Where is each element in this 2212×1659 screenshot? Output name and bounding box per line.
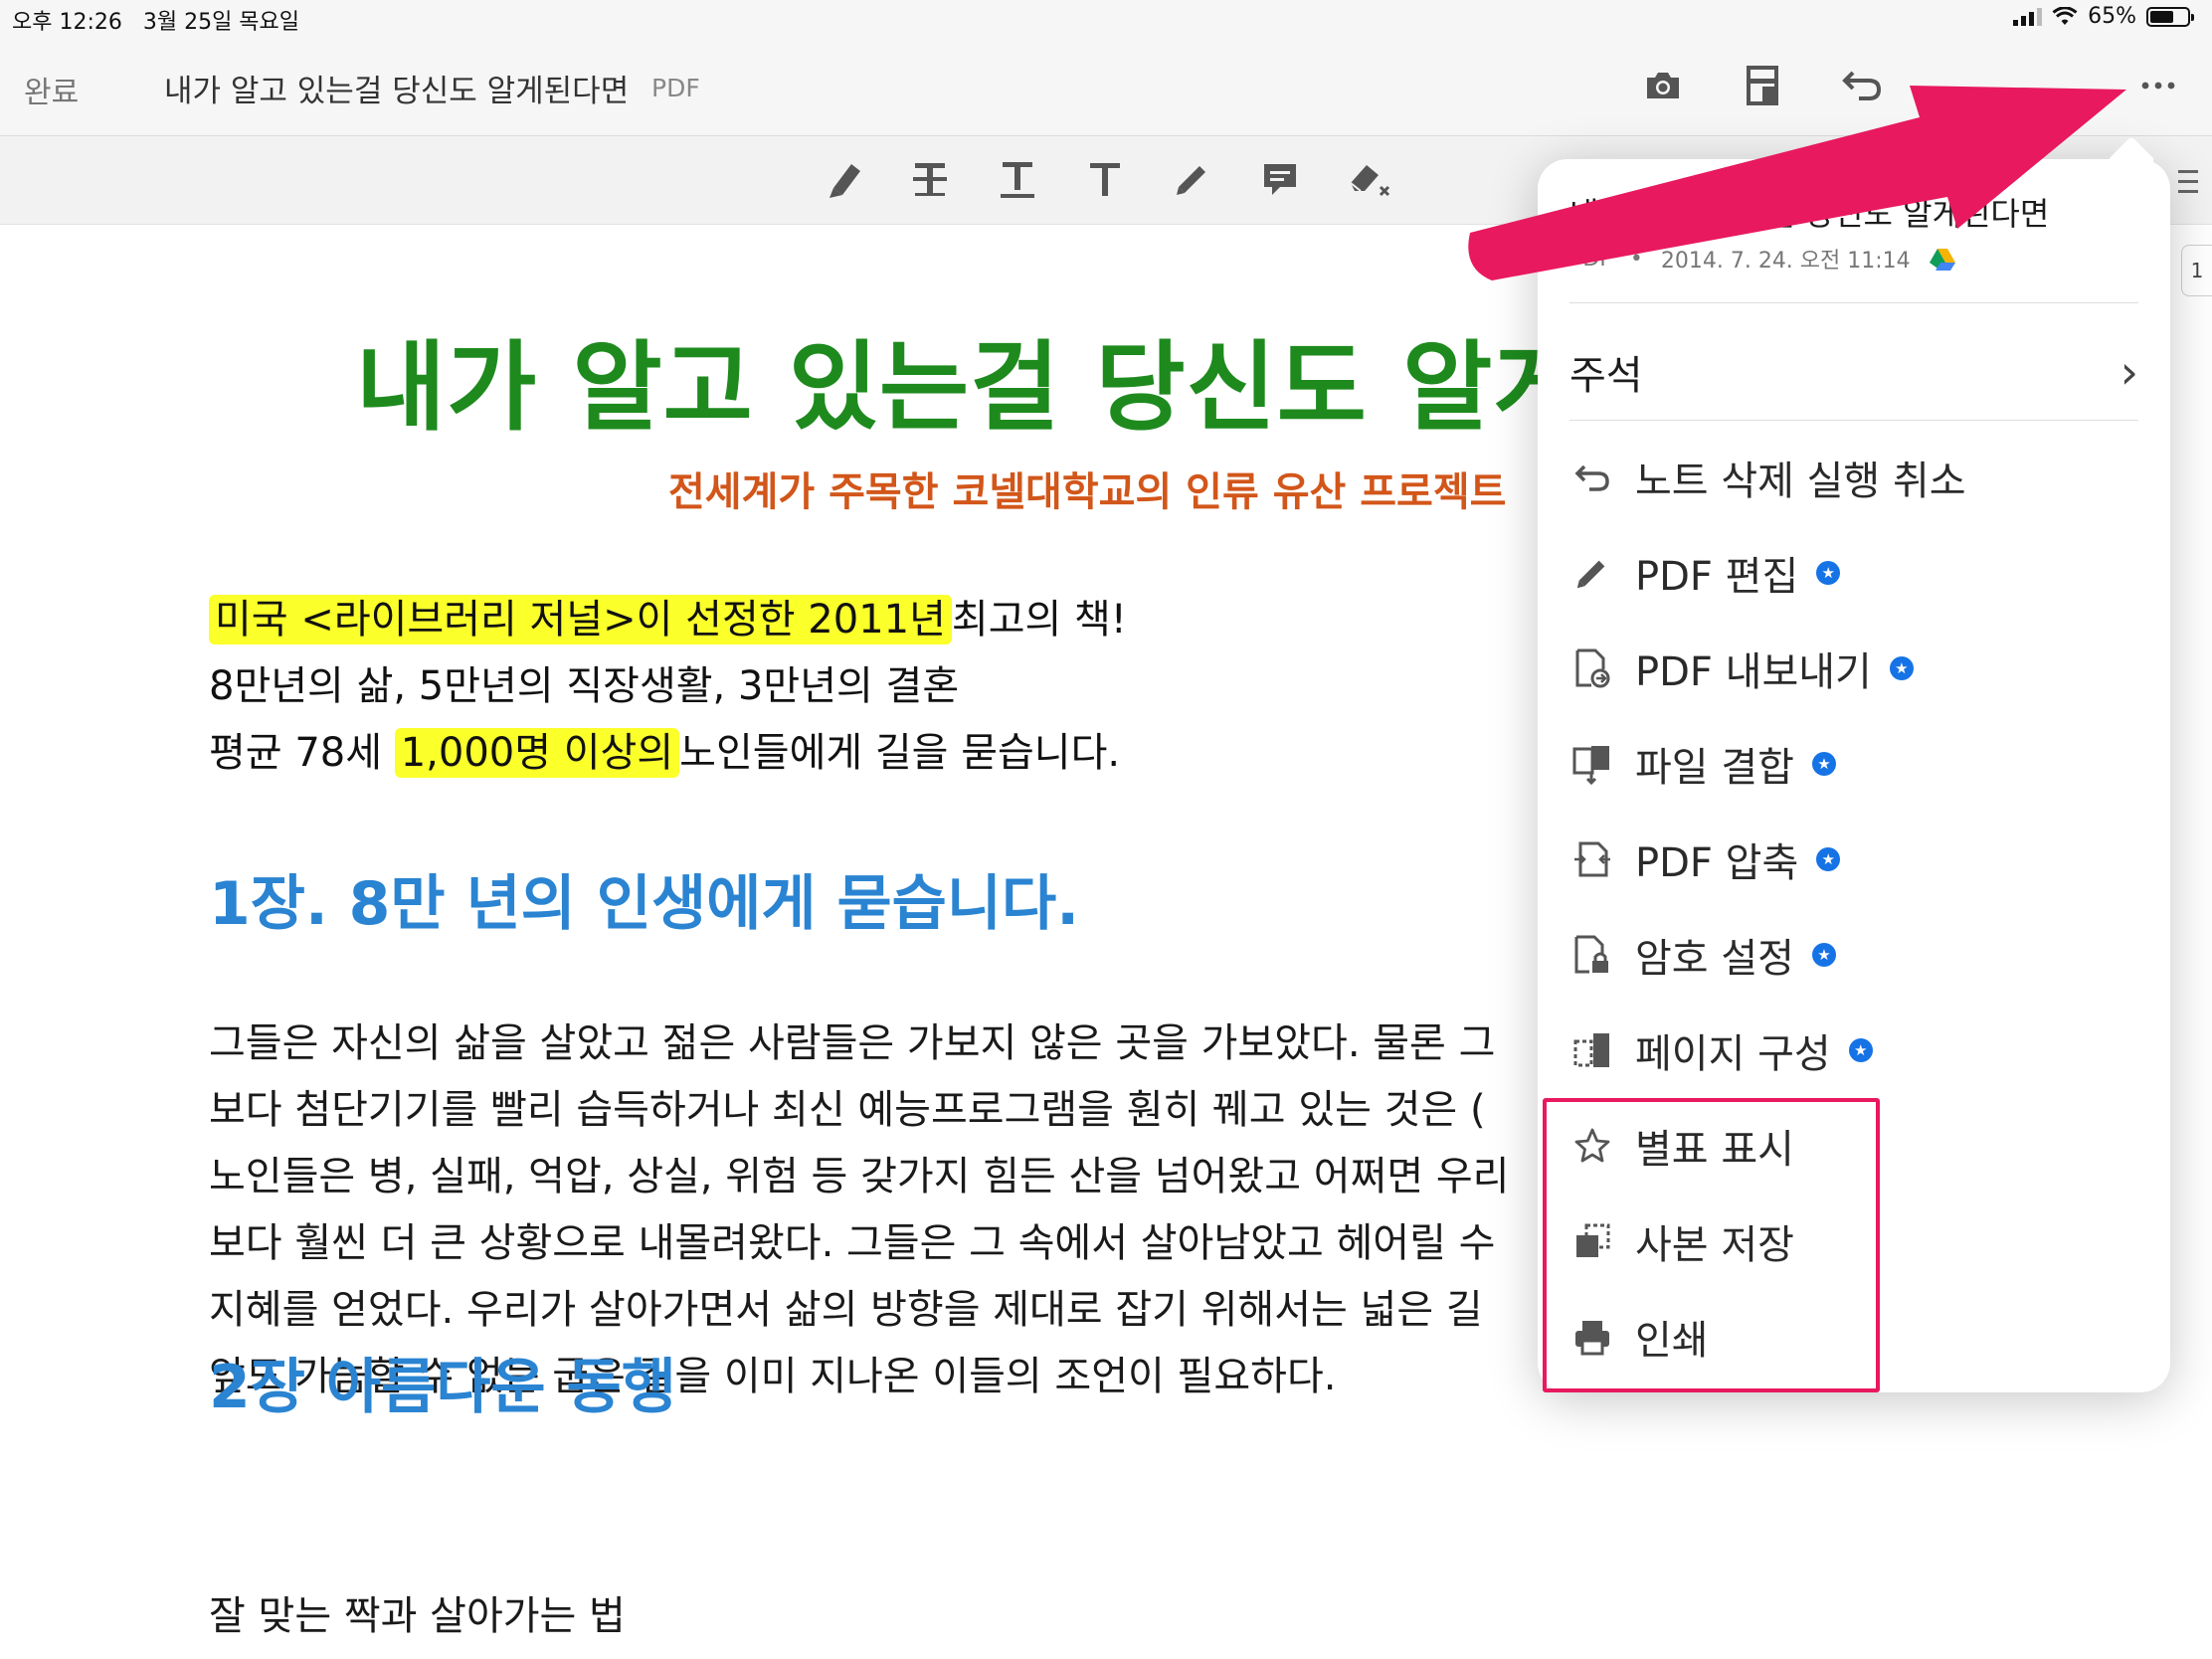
premium-badge-icon: ★: [1811, 752, 1836, 776]
document-heading: 내가 알고 있는걸 당신도 알게: [356, 331, 1584, 445]
lock-pdf-icon: [1574, 935, 1608, 974]
google-drive-icon: [1929, 249, 1955, 271]
underline-icon: [1001, 162, 1034, 198]
combine-files-icon: [1572, 746, 1609, 785]
strikethrough-icon: [913, 163, 947, 196]
organize-pages-icon: [1573, 1033, 1609, 1067]
undo-icon: [1842, 71, 1882, 100]
more-icon: [2141, 82, 2175, 90]
compress-pdf-icon: [1574, 841, 1610, 877]
premium-badge-icon: ★: [1811, 943, 1836, 967]
status-bar: 오후 12:26 3월 25일 목요일 65%: [0, 0, 2212, 40]
underline-tool[interactable]: [993, 154, 1042, 204]
done-button[interactable]: 완료: [24, 68, 79, 111]
combine-files-item[interactable]: 파일 결합 ★: [1569, 724, 2138, 804]
popover-document-title: 내가 알고 있는걸 당신도 알게된다면: [1569, 195, 2050, 233]
chapter-heading: 1장. 8만 년의 인생에게 묻습니다.: [209, 869, 1080, 939]
document-type: PDF: [651, 74, 700, 102]
text-tool[interactable]: [1080, 154, 1130, 204]
organize-pages-item[interactable]: 페이지 구성 ★: [1569, 1011, 2138, 1090]
battery-level-fill: [2150, 10, 2174, 23]
status-time-date: 오후 12:26 3월 25일 목요일: [12, 10, 300, 35]
document-subheading: 전세계가 주목한 코넬대학교의 인류 유산 프로젝트: [668, 469, 1507, 515]
highlight-annotation[interactable]: 미국 <라이브러리 저널>이 선정한 2011년: [209, 595, 952, 645]
thumbnails-icon[interactable]: [2176, 167, 2200, 197]
highlight-box-annotation: [1543, 1098, 1880, 1392]
undo-icon: [1574, 464, 1609, 491]
premium-badge-icon: ★: [1816, 847, 1841, 871]
wifi-icon: [2052, 6, 2078, 25]
export-pdf-icon: [1575, 648, 1610, 688]
camera-button[interactable]: [1639, 62, 1687, 109]
scan-button[interactable]: [1739, 62, 1786, 109]
popover-document-meta: PDF • 2014. 7. 24. 오전 11:14: [1569, 243, 1956, 275]
body-text: 잘 맞는 짝과 살아가는 법: [209, 1593, 626, 1639]
export-pdf-item[interactable]: PDF 내보내기 ★: [1569, 629, 2138, 708]
undo-delete-note-item[interactable]: 노트 삭제 실행 취소: [1569, 438, 2138, 517]
premium-badge-icon: ★: [1889, 656, 1914, 680]
pencil-icon: [1576, 560, 1605, 589]
eraser-icon: [1350, 165, 1390, 197]
cellular-signal-icon: [2013, 7, 2043, 26]
notes-menu-row[interactable]: 주석 ›: [1569, 314, 2138, 430]
chapter-heading: 2장 아름다운 동행: [209, 1353, 676, 1422]
navigation-bar: 완료 내가 알고 있는걸 당신도 알게된다면 PDF: [0, 40, 2212, 136]
more-options-button[interactable]: [2134, 62, 2182, 109]
strikethrough-tool[interactable]: [905, 154, 955, 204]
battery-percent: 65%: [2088, 4, 2136, 29]
comment-icon: [1264, 164, 1296, 195]
highlight-tool[interactable]: [821, 154, 870, 204]
premium-badge-icon: ★: [1848, 1038, 1873, 1062]
premium-badge-icon: ★: [1816, 561, 1841, 585]
camera-icon: [1647, 73, 1679, 98]
scan-icon: [1747, 66, 1778, 105]
battery-icon: [2146, 6, 2194, 27]
pencil-tool[interactable]: [1168, 154, 1217, 204]
pencil-icon: [1177, 166, 1205, 195]
highlight-annotation[interactable]: 1,000명 이상의: [394, 728, 680, 778]
chevron-right-icon: ›: [2120, 345, 2138, 399]
highlight-icon: [830, 164, 860, 198]
intro-text: 미국 <라이브러리 저널>이 선정한 2011년 최고의 책! 8만년의 삶, 5…: [209, 595, 1127, 778]
comment-tool[interactable]: [1255, 154, 1305, 204]
undo-button[interactable]: [1838, 62, 1886, 109]
set-password-item[interactable]: 암호 설정 ★: [1569, 915, 2138, 995]
page-number-badge[interactable]: 1: [2181, 245, 2212, 296]
edit-pdf-item[interactable]: PDF 편집 ★: [1569, 533, 2138, 613]
compress-pdf-item[interactable]: PDF 압축 ★: [1569, 820, 2138, 899]
document-title: 내가 알고 있는걸 당신도 알게된다면: [164, 74, 630, 109]
eraser-tool[interactable]: [1345, 154, 1394, 204]
text-icon: [1090, 163, 1120, 196]
